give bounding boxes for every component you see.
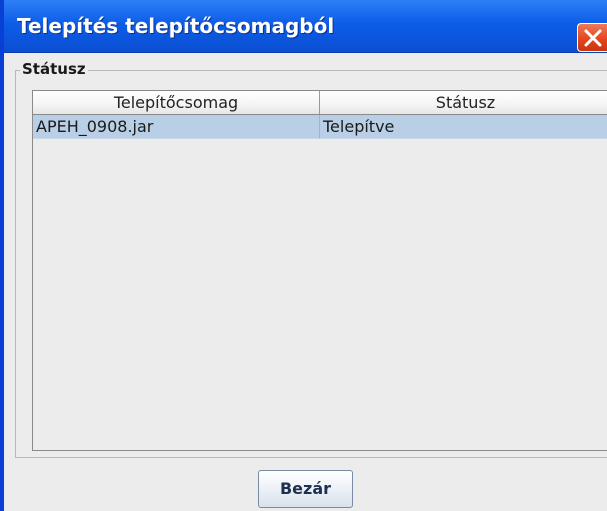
table-header: Telepítőcsomag Státusz: [33, 91, 607, 115]
close-icon: [584, 29, 602, 47]
window-title: Telepítés telepítőcsomagból: [17, 14, 335, 38]
table-row[interactable]: APEH_0908.jar Telepítve: [33, 115, 607, 139]
column-header-package[interactable]: Telepítőcsomag: [33, 91, 320, 114]
close-dialog-button[interactable]: Bezár: [258, 470, 353, 508]
package-status-cell[interactable]: Telepítve: [320, 115, 607, 138]
window-close-button[interactable]: [577, 23, 607, 52]
package-name-cell[interactable]: APEH_0908.jar: [33, 115, 320, 138]
title-bar[interactable]: Telepítés telepítőcsomagból: [4, 0, 607, 53]
dialog-window: Telepítés telepítőcsomagból Státusz Tele…: [0, 0, 607, 511]
group-title: Státusz: [20, 59, 88, 79]
column-header-status[interactable]: Státusz: [320, 91, 607, 114]
package-table[interactable]: Telepítőcsomag Státusz APEH_0908.jar Tel…: [32, 90, 607, 451]
